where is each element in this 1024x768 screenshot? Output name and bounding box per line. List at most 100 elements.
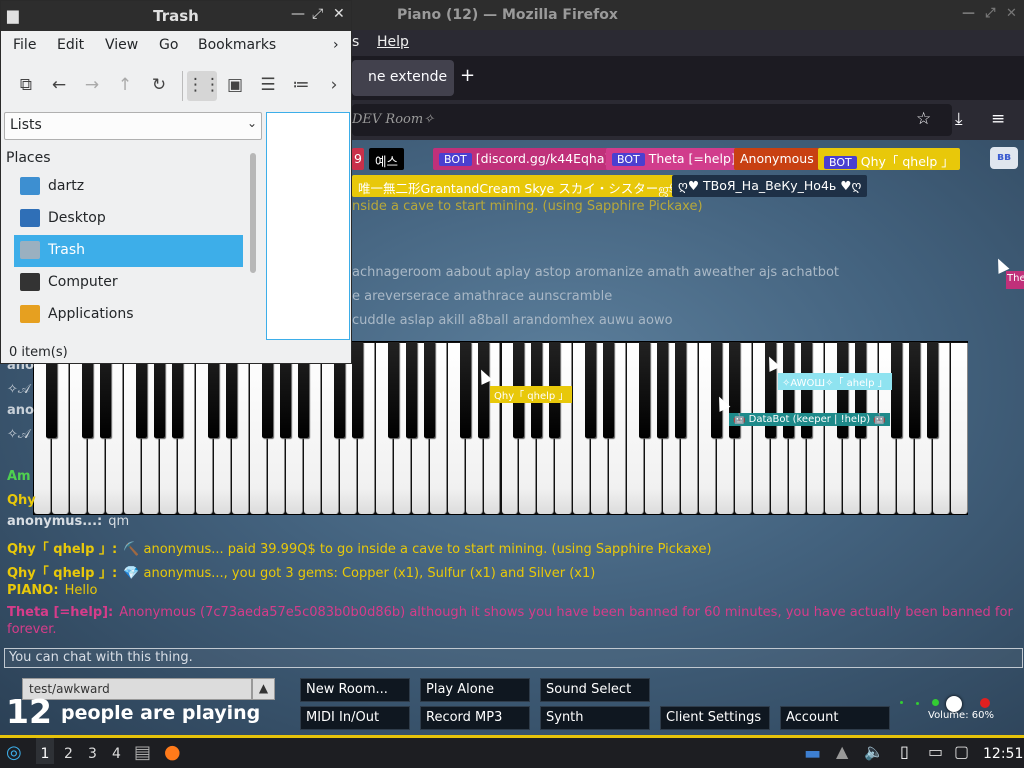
black-key[interactable] <box>711 342 723 438</box>
synth-button[interactable]: Synth <box>540 706 650 730</box>
black-key[interactable] <box>927 342 939 438</box>
client-settings-button[interactable]: Client Settings <box>660 706 770 730</box>
places-item-applications[interactable]: Applications <box>14 299 243 331</box>
computer-icon <box>20 273 40 291</box>
workspace-button[interactable]: 2 <box>64 746 73 762</box>
mode-toggle-button[interactable]: вв <box>990 147 1018 169</box>
menu-history-fragment[interactable]: s <box>352 34 359 50</box>
new-tab-icon[interactable]: ⧉ <box>11 71 41 101</box>
workspace-button[interactable]: 1 <box>36 738 54 764</box>
volume-icon[interactable]: 🔈 <box>864 742 884 761</box>
user-tag-bot[interactable]: BOT Theta [=help] <box>606 148 742 170</box>
black-key[interactable] <box>585 342 597 438</box>
user-tag[interactable]: Anonymous <box>734 148 820 170</box>
black-key[interactable] <box>351 342 363 438</box>
play-alone-button[interactable]: Play Alone <box>420 678 530 702</box>
compact-view-icon[interactable]: ☰ <box>253 71 283 101</box>
volume-label: Volume: 60% <box>928 710 994 721</box>
icon-view-icon[interactable]: ⋮⋮ <box>187 71 221 101</box>
maximize-icon[interactable]: ⤢ <box>985 6 995 21</box>
bookmark-star-icon[interactable]: ☆ <box>916 109 931 129</box>
menu-go[interactable]: Go <box>159 37 178 53</box>
toolbar-overflow-icon[interactable]: › <box>319 71 349 101</box>
user-tag-offscreen[interactable]: The <box>1006 271 1024 289</box>
forward-arrow-icon[interactable]: → <box>77 71 107 101</box>
menu-overflow-icon[interactable]: › <box>333 37 339 53</box>
user-tag[interactable]: 9 <box>352 148 364 170</box>
black-key[interactable] <box>909 342 921 438</box>
new-tab-icon[interactable]: + <box>460 65 475 86</box>
black-key[interactable] <box>603 342 615 438</box>
menu-help[interactable]: Help <box>377 34 409 50</box>
app-launcher-icon[interactable]: ◎ <box>6 742 22 763</box>
reload-icon[interactable]: ↻ <box>144 71 174 101</box>
black-key[interactable] <box>405 342 417 438</box>
status-dot <box>916 702 919 705</box>
new-room-button[interactable]: New Room... <box>300 678 410 702</box>
url-bar[interactable]: DEV Room✧ <box>352 104 952 136</box>
midi-button[interactable]: MIDI In/Out <box>300 706 410 730</box>
black-key[interactable] <box>657 342 669 438</box>
menu-file[interactable]: File <box>13 37 36 53</box>
faded-chat-line: cuddle aslap akill a8ball arandomhex auw… <box>352 313 673 328</box>
piano-keyboard[interactable] <box>33 341 968 515</box>
downloads-icon[interactable]: ⤓ <box>955 109 963 129</box>
chat-message: anonymus...: qm <box>7 514 129 529</box>
user-tag-bot[interactable]: BOT [discord.gg/k44Eqha] <box>433 148 616 170</box>
places-item-computer[interactable]: Computer <box>14 267 243 299</box>
detailed-list-view-icon[interactable]: ≔ <box>286 71 316 101</box>
side-pane-mode-select[interactable]: Lists ⌄ <box>4 112 262 140</box>
close-icon[interactable]: ✕ <box>333 6 345 22</box>
user-tag[interactable]: ღ♥ ТВоЯ_На_ВеКу_Но4ь ♥ღ <box>672 175 868 197</box>
black-key[interactable] <box>423 342 435 438</box>
minimize-icon[interactable]: — <box>291 6 305 22</box>
black-key[interactable] <box>387 342 399 438</box>
clipboard-icon[interactable]: ▲ <box>836 742 848 761</box>
workspace-button[interactable]: 4 <box>112 746 121 762</box>
back-arrow-icon[interactable]: ← <box>44 71 74 101</box>
user-tag[interactable]: 예스 <box>369 148 405 170</box>
tab-extension[interactable]: ne extende <box>352 60 454 96</box>
notes-icon[interactable]: ▯ <box>900 742 909 761</box>
file-manager-launcher-icon[interactable]: ▤ <box>134 742 151 763</box>
places-item-trash[interactable]: Trash <box>14 235 243 267</box>
black-key[interactable] <box>891 342 903 438</box>
black-key[interactable] <box>459 342 471 438</box>
black-key[interactable] <box>675 342 687 438</box>
room-list-toggle-icon[interactable]: ▲ <box>252 678 275 700</box>
cursor-name-tag: 🤖 DataBot (keeper | !help) 🤖 <box>729 413 890 426</box>
chat-input[interactable]: You can chat with this thing. <box>4 648 1023 668</box>
window-list-icon[interactable]: ▬ <box>804 743 821 764</box>
black-key[interactable] <box>477 342 489 438</box>
black-key[interactable] <box>639 342 651 438</box>
menu-view[interactable]: View <box>105 37 138 53</box>
workspace-button[interactable]: 3 <box>88 746 97 762</box>
sound-select-button[interactable]: Sound Select <box>540 678 650 702</box>
faded-chat-line: nside a cave to start mining. (using Sap… <box>352 199 703 214</box>
close-icon[interactable]: ✕ <box>1006 6 1017 21</box>
user-tag-bot[interactable]: BOT Qhy「 qhelp 」 <box>818 148 960 170</box>
places-item-desktop[interactable]: Desktop <box>14 203 243 235</box>
file-view-pane[interactable] <box>266 112 350 340</box>
network-icon[interactable]: ▭ <box>928 742 943 761</box>
white-key[interactable] <box>951 343 968 514</box>
maximize-icon[interactable]: ⤢ <box>312 6 323 22</box>
places-scrollbar[interactable] <box>250 153 256 273</box>
places-item-dartz[interactable]: dartz <box>14 171 243 203</box>
menu-hamburger-icon[interactable]: ≡ <box>991 109 1005 129</box>
user-tag-label: Theta [=help] <box>648 151 736 166</box>
minimize-icon[interactable]: — <box>962 6 975 21</box>
record-mp3-button[interactable]: Record MP3 <box>420 706 530 730</box>
user-tag[interactable]: 唯一無二形GrantandCream Skye スカイ・シスターஜூ <box>352 175 685 197</box>
updates-icon[interactable]: ▢ <box>954 742 969 761</box>
firefox-launcher-icon[interactable]: ● <box>164 741 181 763</box>
up-arrow-icon[interactable]: ↑ <box>110 71 140 101</box>
menu-bookmarks[interactable]: Bookmarks <box>198 37 276 53</box>
trash-icon <box>20 241 40 259</box>
places-item-label: Computer <box>48 274 118 290</box>
chat-author: PIANO: <box>7 583 59 598</box>
room-name-input[interactable]: test/awkward <box>22 678 252 700</box>
thumbnail-view-icon[interactable]: ▣ <box>220 71 250 101</box>
account-button[interactable]: Account <box>780 706 890 730</box>
menu-edit[interactable]: Edit <box>57 37 84 53</box>
